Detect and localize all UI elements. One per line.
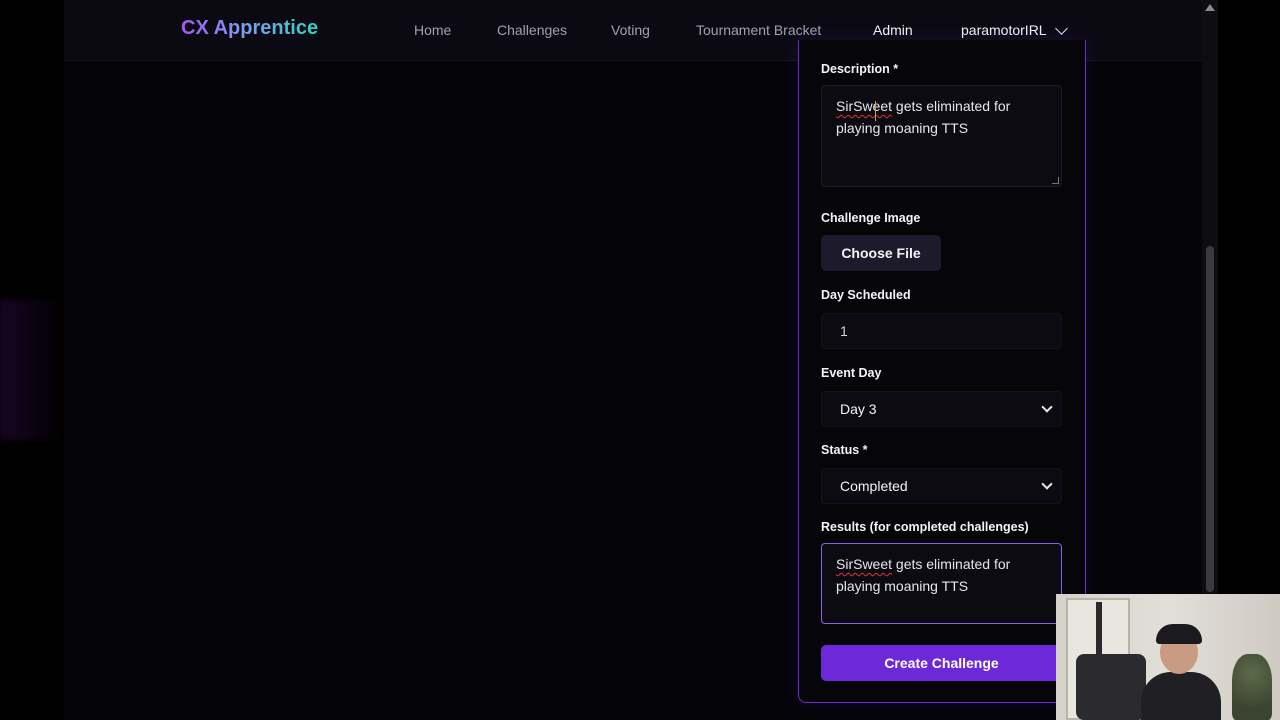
spellcheck-word: SirSweet bbox=[836, 98, 893, 114]
username-label: paramotorIRL bbox=[961, 22, 1047, 38]
nav-link-challenges[interactable]: Challenges bbox=[497, 22, 567, 38]
event-day-label: Event Day bbox=[821, 366, 882, 380]
results-textarea[interactable]: SirSweet gets eliminated for playing moa… bbox=[821, 543, 1062, 624]
nav-link-voting[interactable]: Voting bbox=[611, 22, 650, 38]
create-challenge-button[interactable]: Create Challenge bbox=[821, 645, 1062, 681]
nav-link-admin[interactable]: Admin bbox=[873, 22, 913, 38]
left-edge-glow bbox=[0, 300, 64, 440]
webcam-overlay bbox=[1056, 594, 1280, 720]
day-scheduled-input[interactable]: 1 bbox=[821, 313, 1062, 349]
chevron-down-icon bbox=[1041, 401, 1053, 413]
nav-link-tournament-bracket[interactable]: Tournament Bracket bbox=[696, 22, 821, 38]
day-scheduled-value: 1 bbox=[840, 323, 848, 339]
scroll-up-arrow-icon[interactable] bbox=[1205, 4, 1215, 11]
webcam-person bbox=[1141, 672, 1221, 720]
webcam-chair bbox=[1076, 654, 1146, 720]
day-scheduled-label: Day Scheduled bbox=[821, 288, 911, 302]
resize-handle-icon[interactable] bbox=[1052, 177, 1059, 184]
description-textarea[interactable]: SirSweet gets eliminated for playing moa… bbox=[821, 85, 1062, 187]
event-day-select[interactable]: Day 3 bbox=[821, 391, 1062, 427]
choose-file-button[interactable]: Choose File bbox=[821, 235, 941, 271]
chevron-down-icon bbox=[1054, 21, 1068, 35]
nav-link-home[interactable]: Home bbox=[414, 22, 451, 38]
challenge-image-label: Challenge Image bbox=[821, 211, 921, 225]
brand-logo[interactable]: CX Apprentice bbox=[181, 17, 318, 40]
webcam-plant bbox=[1232, 654, 1272, 720]
user-menu[interactable]: paramotorIRL bbox=[961, 21, 1068, 38]
chevron-down-icon bbox=[1041, 478, 1053, 490]
scrollbar-thumb[interactable] bbox=[1206, 246, 1214, 592]
description-label: Description * bbox=[821, 62, 899, 76]
text-cursor bbox=[875, 101, 876, 121]
webcam-person-cap bbox=[1156, 624, 1202, 644]
status-label: Status * bbox=[821, 443, 868, 457]
results-label: Results (for completed challenges) bbox=[821, 520, 1029, 534]
event-day-value: Day 3 bbox=[840, 401, 877, 417]
spellcheck-word: SirSweet bbox=[836, 556, 893, 572]
status-select[interactable]: Completed bbox=[821, 468, 1062, 504]
webcam-mic-stand bbox=[1096, 602, 1102, 720]
status-value: Completed bbox=[840, 478, 908, 494]
